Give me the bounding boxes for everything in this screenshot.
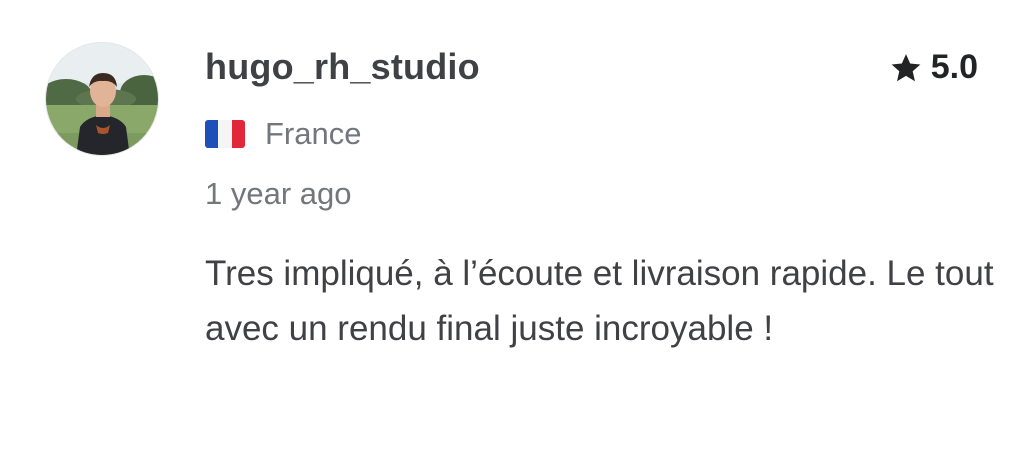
rating-value: 5.0 bbox=[930, 48, 978, 86]
flag-france-icon bbox=[205, 120, 245, 148]
review-card: hugo_rh_studio 5.0 France 1 year ago Tre… bbox=[0, 0, 1024, 454]
review-text: Tres impliqué, à l’écoute et livraison r… bbox=[205, 254, 994, 348]
star-icon bbox=[891, 53, 921, 81]
avatar-photo bbox=[46, 43, 158, 155]
rating: 5.0 bbox=[889, 48, 978, 87]
reviewer-country: France bbox=[205, 116, 361, 152]
reviewer-username[interactable]: hugo_rh_studio bbox=[205, 46, 480, 88]
review-timestamp: 1 year ago bbox=[205, 176, 352, 211]
avatar[interactable] bbox=[45, 42, 159, 156]
country-name: France bbox=[265, 116, 362, 151]
